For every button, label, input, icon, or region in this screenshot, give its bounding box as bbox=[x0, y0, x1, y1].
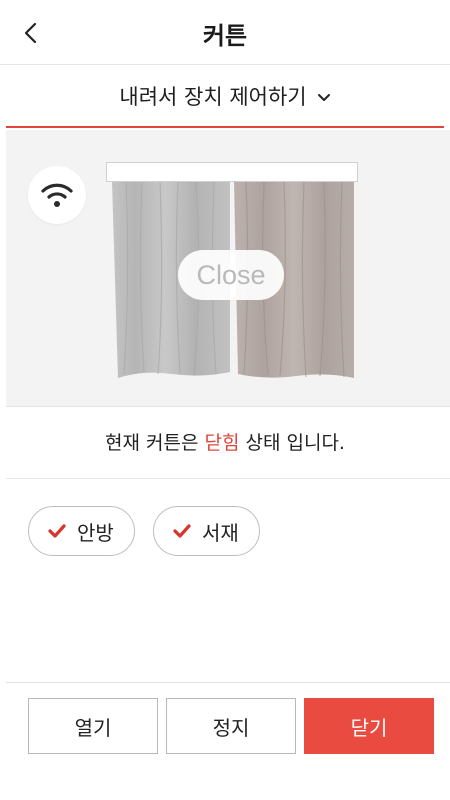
curtain-rod bbox=[106, 162, 358, 182]
stop-button[interactable]: 정지 bbox=[166, 698, 296, 754]
control-mode-label: 내려서 장치 제어하기 bbox=[119, 85, 307, 109]
page-title: 커튼 bbox=[202, 22, 248, 50]
check-icon bbox=[47, 523, 67, 539]
room-chip-study[interactable]: 서재 bbox=[153, 506, 260, 556]
room-chip-label: 안방 bbox=[77, 520, 114, 545]
close-button[interactable]: 닫기 bbox=[304, 698, 434, 754]
room-chip-label: 서재 bbox=[202, 520, 239, 545]
open-button[interactable]: 열기 bbox=[28, 698, 158, 754]
status-suffix: 상태 입니다. bbox=[239, 432, 345, 454]
section-divider bbox=[6, 478, 450, 479]
status-message: 현재 커튼은 닫힘 상태 입니다. bbox=[0, 428, 450, 455]
chevron-down-icon bbox=[317, 94, 330, 101]
footer-divider bbox=[6, 682, 450, 683]
check-icon bbox=[172, 523, 192, 539]
room-chip-master-bedroom[interactable]: 안방 bbox=[28, 506, 135, 556]
app-header: 커튼 bbox=[0, 0, 450, 65]
control-mode-dropdown[interactable]: 내려서 장치 제어하기 bbox=[6, 66, 444, 128]
curtain-visual-area: Close bbox=[6, 130, 450, 407]
wifi-status-badge bbox=[28, 166, 86, 224]
status-prefix: 현재 커튼은 bbox=[105, 432, 205, 454]
curtain-state-pill: Close bbox=[178, 250, 284, 300]
status-highlight: 닫힘 bbox=[204, 432, 240, 454]
wifi-icon bbox=[41, 183, 73, 207]
